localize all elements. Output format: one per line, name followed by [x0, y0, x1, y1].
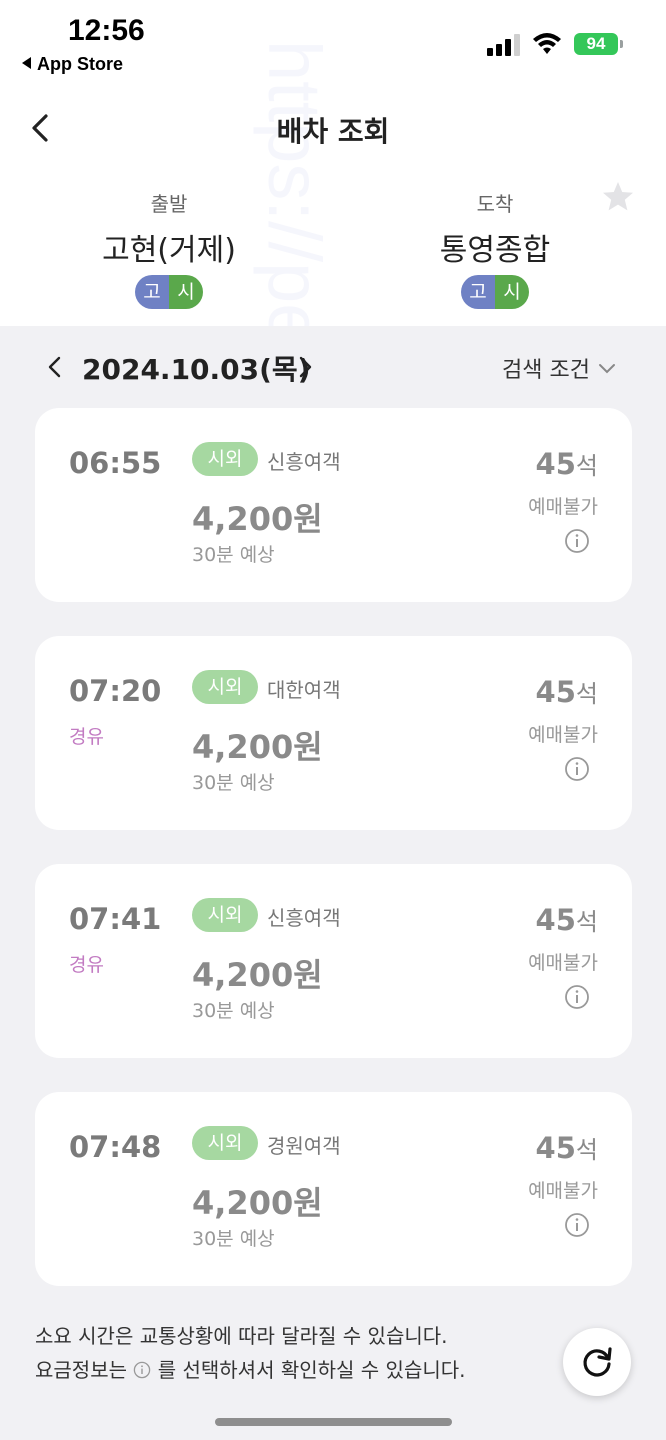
filter-label: 검색 조건: [502, 358, 590, 383]
arrival-bus-type-badge: 고 시: [461, 275, 529, 309]
seat-unit: 석: [575, 680, 598, 708]
arrival-terminal: 통영종합: [439, 233, 551, 268]
seat-number: 45: [535, 675, 576, 709]
next-date-chevron-icon[interactable]: [290, 352, 320, 382]
booking-status: 예매불가: [528, 952, 598, 974]
favorite-star-icon[interactable]: [601, 180, 635, 214]
notice-line-duration: 소요 시간은 교통상황에 따라 달라질 수 있습니다.: [35, 1324, 448, 1348]
info-icon[interactable]: [564, 756, 590, 782]
booking-status: 예매불가: [528, 496, 598, 518]
refresh-button[interactable]: [563, 1328, 631, 1396]
info-icon[interactable]: [564, 528, 590, 554]
battery-level: 94: [586, 34, 606, 53]
intercity-badge: 시: [169, 275, 203, 309]
seat-unit: 석: [575, 1136, 598, 1164]
estimated-duration: 30분 예상: [192, 544, 275, 566]
info-icon: [134, 1361, 151, 1379]
departure-terminal: 고현(거제): [102, 233, 236, 268]
arrival-label: 도착: [476, 192, 514, 216]
departure-label: 출발: [150, 192, 188, 216]
bus-type-tag: 시외: [192, 898, 258, 932]
notice-fare-suffix: 를 선택하셔서 확인하실 수 있습니다.: [157, 1358, 466, 1382]
booking-status: 예매불가: [528, 1180, 598, 1202]
bus-company: 신흥여객: [267, 906, 341, 930]
bus-type-tag: 시외: [192, 442, 258, 476]
seat-count: 45석: [536, 674, 598, 709]
refresh-icon: [583, 1347, 612, 1377]
bus-company: 대한여객: [267, 678, 341, 702]
express-badge: 고: [135, 275, 169, 309]
back-to-app-link[interactable]: App Store: [22, 54, 123, 75]
info-icon[interactable]: [564, 1212, 590, 1238]
navigation-header: 배차 조회: [0, 100, 666, 160]
departure-time: 06:55: [69, 446, 162, 480]
notice-line-fare: 요금정보는 를 선택하셔서 확인하실 수 있습니다.: [35, 1353, 466, 1387]
seat-count: 45석: [536, 1130, 598, 1165]
selected-date[interactable]: 2024.10.03(목): [82, 348, 311, 388]
seat-number: 45: [535, 1131, 576, 1165]
departure-block: 출발 고현(거제) 고 시: [39, 188, 299, 309]
fare: 4,200원: [192, 1184, 323, 1222]
express-badge: 고: [461, 275, 495, 309]
back-app-label: App Store: [37, 54, 124, 74]
date-selector: 2024.10.03(목) 검색 조건: [0, 326, 666, 406]
bus-type-tag: 시외: [192, 1126, 258, 1160]
cellular-signal-icon: [487, 34, 521, 56]
notice-fare-prefix: 요금정보는: [35, 1358, 127, 1382]
estimated-duration: 30분 예상: [192, 772, 275, 794]
info-icon[interactable]: [564, 984, 590, 1010]
booking-status: 예매불가: [528, 724, 598, 746]
seat-number: 45: [535, 903, 576, 937]
bus-schedule-card[interactable]: 06:55 시외 신흥여객 4,200원 30분 예상 45석 예매불가: [35, 408, 632, 602]
bus-company: 경원여객: [267, 1134, 341, 1158]
wifi-icon: [533, 33, 561, 54]
departure-time: 07:48: [69, 1130, 162, 1164]
search-filter-button[interactable]: 검색 조건: [502, 352, 616, 384]
departure-time: 07:20: [69, 674, 162, 708]
home-indicator[interactable]: [215, 1418, 452, 1426]
battery-indicator: 94: [574, 33, 623, 55]
estimated-duration: 30분 예상: [192, 1000, 275, 1022]
route-summary: 출발 고현(거제) 고 시 도착 통영종합 고 시: [0, 180, 666, 326]
arrival-block: 도착 통영종합 고 시: [365, 188, 625, 309]
departure-bus-type-badge: 고 시: [135, 275, 203, 309]
page-title: 배차 조회: [276, 115, 390, 148]
fare: 4,200원: [192, 728, 323, 766]
seat-number: 45: [535, 447, 576, 481]
departure-time: 07:41: [69, 902, 162, 936]
intercity-badge: 시: [495, 275, 529, 309]
fare: 4,200원: [192, 500, 323, 538]
via-label: 경유: [69, 954, 104, 976]
chevron-down-icon: [598, 364, 615, 374]
bus-schedule-card[interactable]: 07:41 경유 시외 신흥여객 4,200원 30분 예상 45석 예매불가: [35, 864, 632, 1058]
seat-unit: 석: [575, 452, 598, 480]
bus-company: 신흥여객: [267, 450, 341, 474]
via-label: 경유: [69, 726, 104, 748]
estimated-duration: 30분 예상: [192, 1228, 275, 1250]
seat-unit: 석: [575, 908, 598, 936]
fare: 4,200원: [192, 956, 323, 994]
seat-count: 45석: [536, 446, 598, 481]
bus-schedule-card[interactable]: 07:48 시외 경원여객 4,200원 30분 예상 45석 예매불가: [35, 1092, 632, 1286]
notice-text: 소요 시간은 교통상황에 따라 달라질 수 있습니다. 요금정보는 를 선택하셔…: [35, 1319, 466, 1387]
seat-count: 45석: [536, 902, 598, 937]
back-triangle-icon: [22, 57, 31, 69]
status-clock: 12:56: [68, 14, 145, 47]
previous-date-chevron-icon[interactable]: [40, 352, 70, 382]
bus-schedule-card[interactable]: 07:20 경유 시외 대한여객 4,200원 30분 예상 45석 예매불가: [35, 636, 632, 830]
results-area: 2024.10.03(목) 검색 조건 06:55 시외 신흥여객 4,200원…: [0, 326, 666, 1440]
bus-type-tag: 시외: [192, 670, 258, 704]
